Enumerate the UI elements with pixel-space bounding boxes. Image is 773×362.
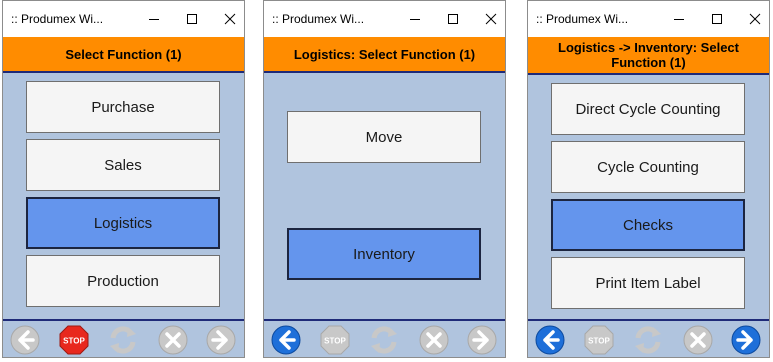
minimize-icon[interactable] [661,1,697,37]
maximize-icon[interactable] [174,1,210,37]
window-title: :: Produmex Wi... [272,12,365,26]
maximize-icon[interactable] [699,1,735,37]
production-button[interactable]: Production [26,255,220,307]
cycle-counting-button[interactable]: Cycle Counting [551,141,745,193]
footer-toolbar: STOP [264,319,505,357]
next-arrow-icon[interactable] [205,324,237,356]
stop-icon[interactable]: STOP [583,324,615,356]
close-icon[interactable] [212,1,248,37]
maximize-icon[interactable] [435,1,471,37]
cancel-icon[interactable] [682,324,714,356]
close-icon[interactable] [473,1,509,37]
function-header: Logistics -> Inventory: Select Function … [528,37,769,75]
next-arrow-icon[interactable] [466,324,498,356]
close-icon[interactable] [737,1,773,37]
footer-toolbar: STOP [3,319,244,357]
print-item-label-button[interactable]: Print Item Label [551,257,745,309]
back-arrow-icon[interactable] [534,324,566,356]
move-button[interactable]: Move [287,111,481,163]
svg-text:STOP: STOP [63,337,85,346]
footer-toolbar: STOP [528,319,769,357]
inventory-button[interactable]: Inventory [287,228,481,280]
minimize-icon[interactable] [136,1,172,37]
checks-button[interactable]: Checks [551,199,745,251]
minimize-icon[interactable] [397,1,433,37]
sales-button[interactable]: Sales [26,139,220,191]
title-bar: :: Produmex Wi... [264,1,505,37]
svg-text:STOP: STOP [588,337,610,346]
function-header: Logistics: Select Function (1) [264,37,505,73]
window-title: :: Produmex Wi... [11,12,104,26]
direct-cycle-counting-button[interactable]: Direct Cycle Counting [551,83,745,135]
title-bar: :: Produmex Wi... [528,1,769,37]
cancel-icon[interactable] [157,324,189,356]
window-select-function: :: Produmex Wi... Select Function (1) Pu… [2,0,245,358]
back-arrow-icon[interactable] [270,324,302,356]
window-inventory-select-function: :: Produmex Wi... Logistics -> Inventory… [527,0,770,358]
refresh-icon[interactable] [107,324,139,356]
svg-text:STOP: STOP [324,337,346,346]
window-title: :: Produmex Wi... [536,12,629,26]
stop-icon[interactable]: STOP [319,324,351,356]
purchase-button[interactable]: Purchase [26,81,220,133]
title-bar: :: Produmex Wi... [3,1,244,37]
cancel-icon[interactable] [418,324,450,356]
function-header: Select Function (1) [3,37,244,73]
logistics-button[interactable]: Logistics [26,197,220,249]
back-arrow-icon[interactable] [9,324,41,356]
refresh-icon[interactable] [368,324,400,356]
refresh-icon[interactable] [632,324,664,356]
stop-icon[interactable]: STOP [58,324,90,356]
next-arrow-icon[interactable] [730,324,762,356]
window-logistics-select-function: :: Produmex Wi... Logistics: Select Func… [263,0,506,358]
